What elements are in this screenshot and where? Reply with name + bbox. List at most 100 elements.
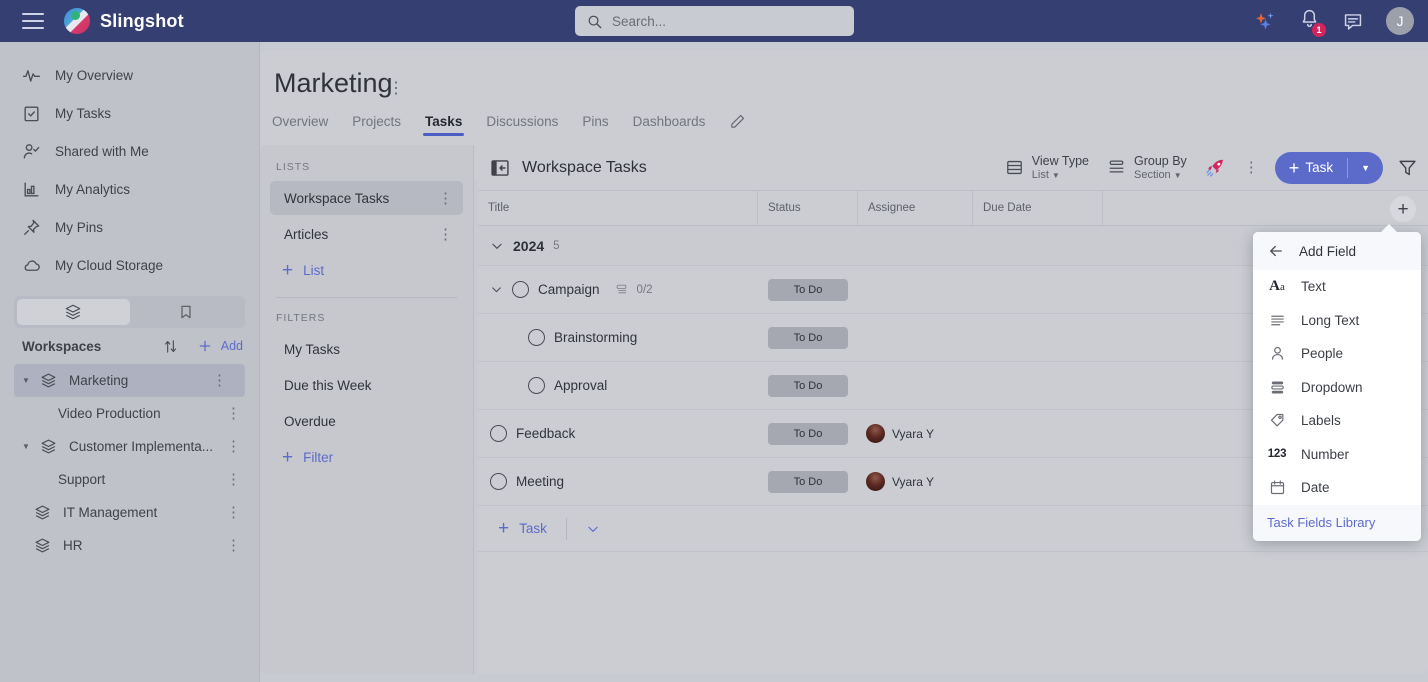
more-vertical-icon[interactable]: ⋮ [226,439,241,454]
more-vertical-icon[interactable]: ⋮ [226,406,241,421]
cell-status[interactable]: To Do [758,326,858,349]
cloud-icon [24,259,40,271]
menu-item-number[interactable]: 123 Number [1253,438,1421,472]
more-vertical-icon[interactable]: ⋮ [226,472,241,487]
segment-bookmarks[interactable] [130,299,243,325]
workspace-label: IT Management [63,505,158,520]
cell-status[interactable]: To Do [758,278,858,301]
chevron-down-icon[interactable] [586,522,600,536]
menu-item-long-text[interactable]: Long Text [1253,304,1421,338]
sidebar-item-my-cloud-storage[interactable]: My Cloud Storage [0,246,259,284]
menu-item-label: Dropdown [1301,379,1363,395]
sidebar-item-my-tasks[interactable]: My Tasks [0,94,259,132]
sparkle-ai-icon[interactable] [1253,10,1277,32]
search-input[interactable]: Search... [575,6,854,36]
tag-icon [1267,412,1287,429]
add-task-dropdown[interactable]: ▼ [1348,163,1383,173]
menu-item-date[interactable]: Date [1253,471,1421,505]
table-rows-icon [1006,160,1022,175]
task-checkbox[interactable] [528,329,545,346]
workspace-item-support[interactable]: Support ⋮ [0,463,259,496]
layers-icon [35,538,50,553]
tab-projects[interactable]: Projects [352,114,401,136]
add-filter-button[interactable]: + Filter [260,440,473,474]
workspace-item-it-management[interactable]: IT Management ⋮ [0,496,259,529]
task-checkbox[interactable] [528,377,545,394]
cell-status[interactable]: To Do [758,374,858,397]
page-more-icon[interactable]: ⋮ [388,78,404,98]
more-vertical-icon[interactable]: ⋮ [438,191,453,206]
notification-bell-button[interactable]: 1 [1299,8,1326,37]
menu-item-people[interactable]: People [1253,337,1421,371]
workspace-item-marketing[interactable]: ▼ Marketing ⋮ [14,364,245,397]
more-vertical-icon[interactable]: ⋮ [1244,160,1259,175]
avatar[interactable]: J [1386,7,1414,35]
workspace-item-hr[interactable]: HR ⋮ [0,529,259,562]
chevron-down-icon[interactable]: ▼ [22,442,32,451]
tab-dashboards[interactable]: Dashboards [633,114,706,136]
filter-item-my-tasks[interactable]: My Tasks [270,332,463,366]
funnel-filter-icon[interactable] [1397,157,1418,178]
group-by-button[interactable]: Group By Section ▼ [1107,154,1187,181]
cell-status[interactable]: To Do [758,470,858,493]
list-item-articles[interactable]: Articles ⋮ [270,217,463,251]
list-item-workspace-tasks[interactable]: Workspace Tasks ⋮ [270,181,463,215]
sidebar-item-shared-with-me[interactable]: Shared with Me [0,132,259,170]
more-vertical-icon[interactable]: ⋮ [212,373,227,388]
bar-chart-icon [24,181,39,197]
add-field-menu-header[interactable]: Add Field [1253,232,1421,270]
plus-icon[interactable] [197,338,213,354]
rocket-icon[interactable] [1205,157,1226,178]
workspace-item-video-production[interactable]: Video Production ⋮ [0,397,259,430]
sidebar-item-my-pins[interactable]: My Pins [0,208,259,246]
segment-workspaces[interactable] [17,299,130,325]
filters-header: FILTERS [276,312,326,324]
more-vertical-icon[interactable]: ⋮ [226,538,241,553]
cell-assignee[interactable]: Vyara Y [858,424,973,443]
arrow-left-icon[interactable] [1267,242,1285,260]
add-list-button[interactable]: + List [260,253,473,287]
pencil-icon[interactable] [729,113,746,130]
sidebar-item-my-overview[interactable]: My Overview [0,56,259,94]
brand-name: Slingshot [100,10,184,31]
chevron-down-icon[interactable] [490,239,504,253]
filter-item-due-this-week[interactable]: Due this Week [270,368,463,402]
hamburger-icon[interactable] [22,13,44,29]
column-header-due-date[interactable]: Due Date [973,191,1103,225]
tab-pins[interactable]: Pins [582,114,608,136]
chevron-down-icon[interactable] [490,283,503,296]
task-fields-library-link[interactable]: Task Fields Library [1253,504,1421,541]
more-vertical-icon[interactable]: ⋮ [226,505,241,520]
column-header-assignee[interactable]: Assignee [858,191,973,225]
column-header-status[interactable]: Status [758,191,858,225]
add-task-button[interactable]: + Task ▼ [1274,151,1383,184]
collapse-panel-icon[interactable] [490,158,510,178]
add-field-button[interactable]: + [1390,196,1416,222]
add-workspace-button[interactable]: Add [221,339,243,353]
task-checkbox[interactable] [490,473,507,490]
tab-overview[interactable]: Overview [272,114,328,136]
menu-item-dropdown[interactable]: Dropdown [1253,371,1421,405]
tab-discussions[interactable]: Discussions [486,114,558,136]
task-checkbox[interactable] [490,425,507,442]
workspace-item-customer-implementation[interactable]: ▼ Customer Implementa... ⋮ [0,430,259,463]
menu-item-labels[interactable]: Labels [1253,404,1421,438]
task-title: Campaign [538,282,600,297]
filter-item-overdue[interactable]: Overdue [270,404,463,438]
chevron-down-icon[interactable]: ▼ [22,376,32,385]
long-text-lines-icon [1267,312,1287,329]
sort-arrows-icon[interactable] [162,338,179,355]
chat-icon[interactable] [1342,11,1364,32]
menu-item-text[interactable]: Aa Text [1253,270,1421,304]
subtask-count: 0/2 [636,283,653,296]
view-type-button[interactable]: View Type List ▼ [1005,154,1089,181]
more-vertical-icon[interactable]: ⋮ [438,227,453,242]
cell-assignee[interactable]: Vyara Y [858,472,973,491]
column-header-title[interactable]: Title [478,191,758,225]
cell-status[interactable]: To Do [758,422,858,445]
sidebar-item-my-analytics[interactable]: My Analytics [0,170,259,208]
task-checkbox[interactable] [512,281,529,298]
tab-tasks[interactable]: Tasks [423,114,465,136]
brand[interactable]: Slingshot [64,8,184,34]
add-task-main[interactable]: + Task [1275,159,1347,177]
